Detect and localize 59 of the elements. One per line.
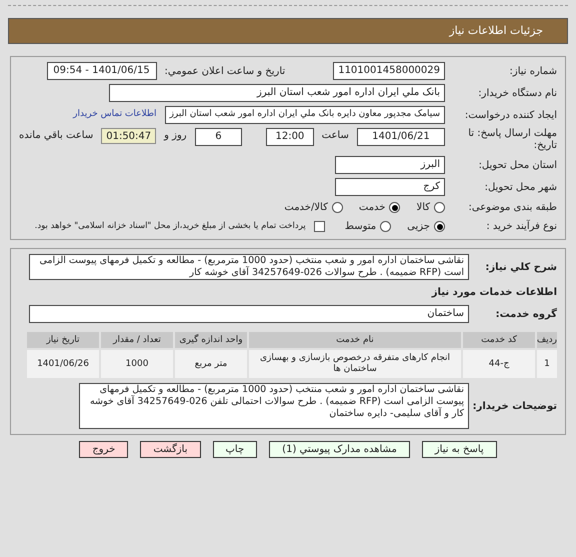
- contact-link[interactable]: اطلاعات تماس خریدار: [73, 108, 157, 122]
- field-value: بانک ملي ايران اداره امور شعب استان البرز: [109, 84, 445, 102]
- field-label: استان محل تحویل:: [478, 158, 557, 172]
- field-label: تاریخ و ساعت اعلان عمومي:: [164, 64, 286, 78]
- checkbox[interactable]: [314, 221, 325, 232]
- field-label: ساعت باقي مانده: [19, 129, 94, 143]
- field-value: 1401/06/21: [356, 128, 445, 146]
- field-label: روز و: [164, 129, 187, 143]
- option-label: متوسط: [344, 220, 376, 234]
- countdown-value: 01:50:47: [101, 128, 156, 144]
- table-cell: 1000: [101, 350, 173, 378]
- column-header: تاریخ نیاز: [27, 332, 99, 348]
- field-label: طبقه بندی موضوعی:: [468, 201, 557, 215]
- field-label: شهر محل تحویل:: [484, 180, 557, 194]
- page-title: جزئیات اطلاعات نیاز: [449, 22, 543, 39]
- action-button[interactable]: چاپ: [212, 441, 258, 458]
- column-header: نام خدمت: [249, 332, 461, 348]
- table-cell: ج-44: [463, 350, 535, 378]
- option-label: کالا: [416, 201, 430, 215]
- action-button[interactable]: بازگشت: [140, 441, 200, 458]
- radio-button[interactable]: [434, 221, 445, 232]
- table-cell: 1: [537, 350, 557, 378]
- field-label: ایجاد کننده درخواست:: [464, 108, 557, 122]
- notes-text: نقاشی ساختمان اداره امور و شعب منتخب (حدود 1000 مترمربع) - مطالعه و تکمیل فرمهای پیوست الزامی است (RFP ضمیمه) . طرح سوالات احتمالی تلفن 026-34257649 آقای خوشه کار و آقای سلیمی- دایره ساختمان: [79, 383, 469, 429]
- field-value: 1401/06/15 - 09:54: [46, 62, 157, 80]
- radio-button[interactable]: [389, 202, 400, 213]
- field-label: شماره نیاز:: [508, 64, 557, 78]
- column-header: کد خدمت: [463, 332, 535, 348]
- action-button[interactable]: مشاهده مدارک پیوستي (1): [269, 441, 410, 458]
- table-cell: انجام کارهای متفرقه درخصوص بازسازی و بهسازی ساختمان ها: [249, 350, 461, 378]
- field-value: کرج: [335, 178, 445, 196]
- field-label: مهلت ارسال پاسخ: تا تاریخ:: [467, 128, 557, 152]
- column-header: ردیف: [537, 332, 557, 348]
- field-label: ساعت: [322, 129, 349, 143]
- description-text: نقاشی ساختمان اداره امور و شعب منتخب (حدود 1000 مترمربع) - مطالعه و تکمیل فرمهای پیوست الزامی است (RFP ضمیمه) . طرح سوالات 026-34257649 آقای خوشه کار: [29, 254, 469, 280]
- radio-button[interactable]: [434, 202, 445, 213]
- option-label: جزیی: [407, 220, 430, 234]
- action-button[interactable]: خروج: [79, 441, 128, 458]
- field-value: 1101001458000029: [333, 62, 445, 80]
- radio-button[interactable]: [332, 202, 343, 213]
- field-value: 6: [194, 128, 242, 146]
- column-header: واحد اندازه گیری: [175, 332, 247, 348]
- action-button[interactable]: پاسخ به نیاز: [422, 441, 497, 458]
- field-value: البرز: [335, 156, 445, 174]
- field-value: 12:00: [266, 128, 314, 146]
- column-header: تعداد / مقدار: [101, 332, 173, 348]
- option-label: کالا/خدمت: [284, 201, 328, 215]
- field-value: سیامک مجدپور معاون دایره بانک ملي ايران اداره امور شعب استان البرز: [164, 106, 445, 124]
- table-cell: 1401/06/26: [27, 350, 99, 378]
- field-value: ساختمان: [29, 305, 469, 323]
- field-label: نوع فرآیند خرید :: [485, 219, 557, 234]
- field-label: نام دستگاه خریدار:: [477, 86, 557, 100]
- table-cell: متر مربع: [175, 350, 247, 378]
- field-label: شرح کلي نیاز:: [484, 260, 557, 274]
- radio-button[interactable]: [380, 221, 392, 232]
- field-label: گروه خدمت:: [494, 307, 557, 322]
- checkbox-label: پرداخت تمام یا بخشی از مبلغ خرید،از محل "اسناد خزانه اسلامی" خواهد بود.: [34, 220, 306, 233]
- option-label: خدمت: [358, 201, 386, 215]
- section-heading: اطلاعات خدمات مورد نیاز: [430, 286, 557, 300]
